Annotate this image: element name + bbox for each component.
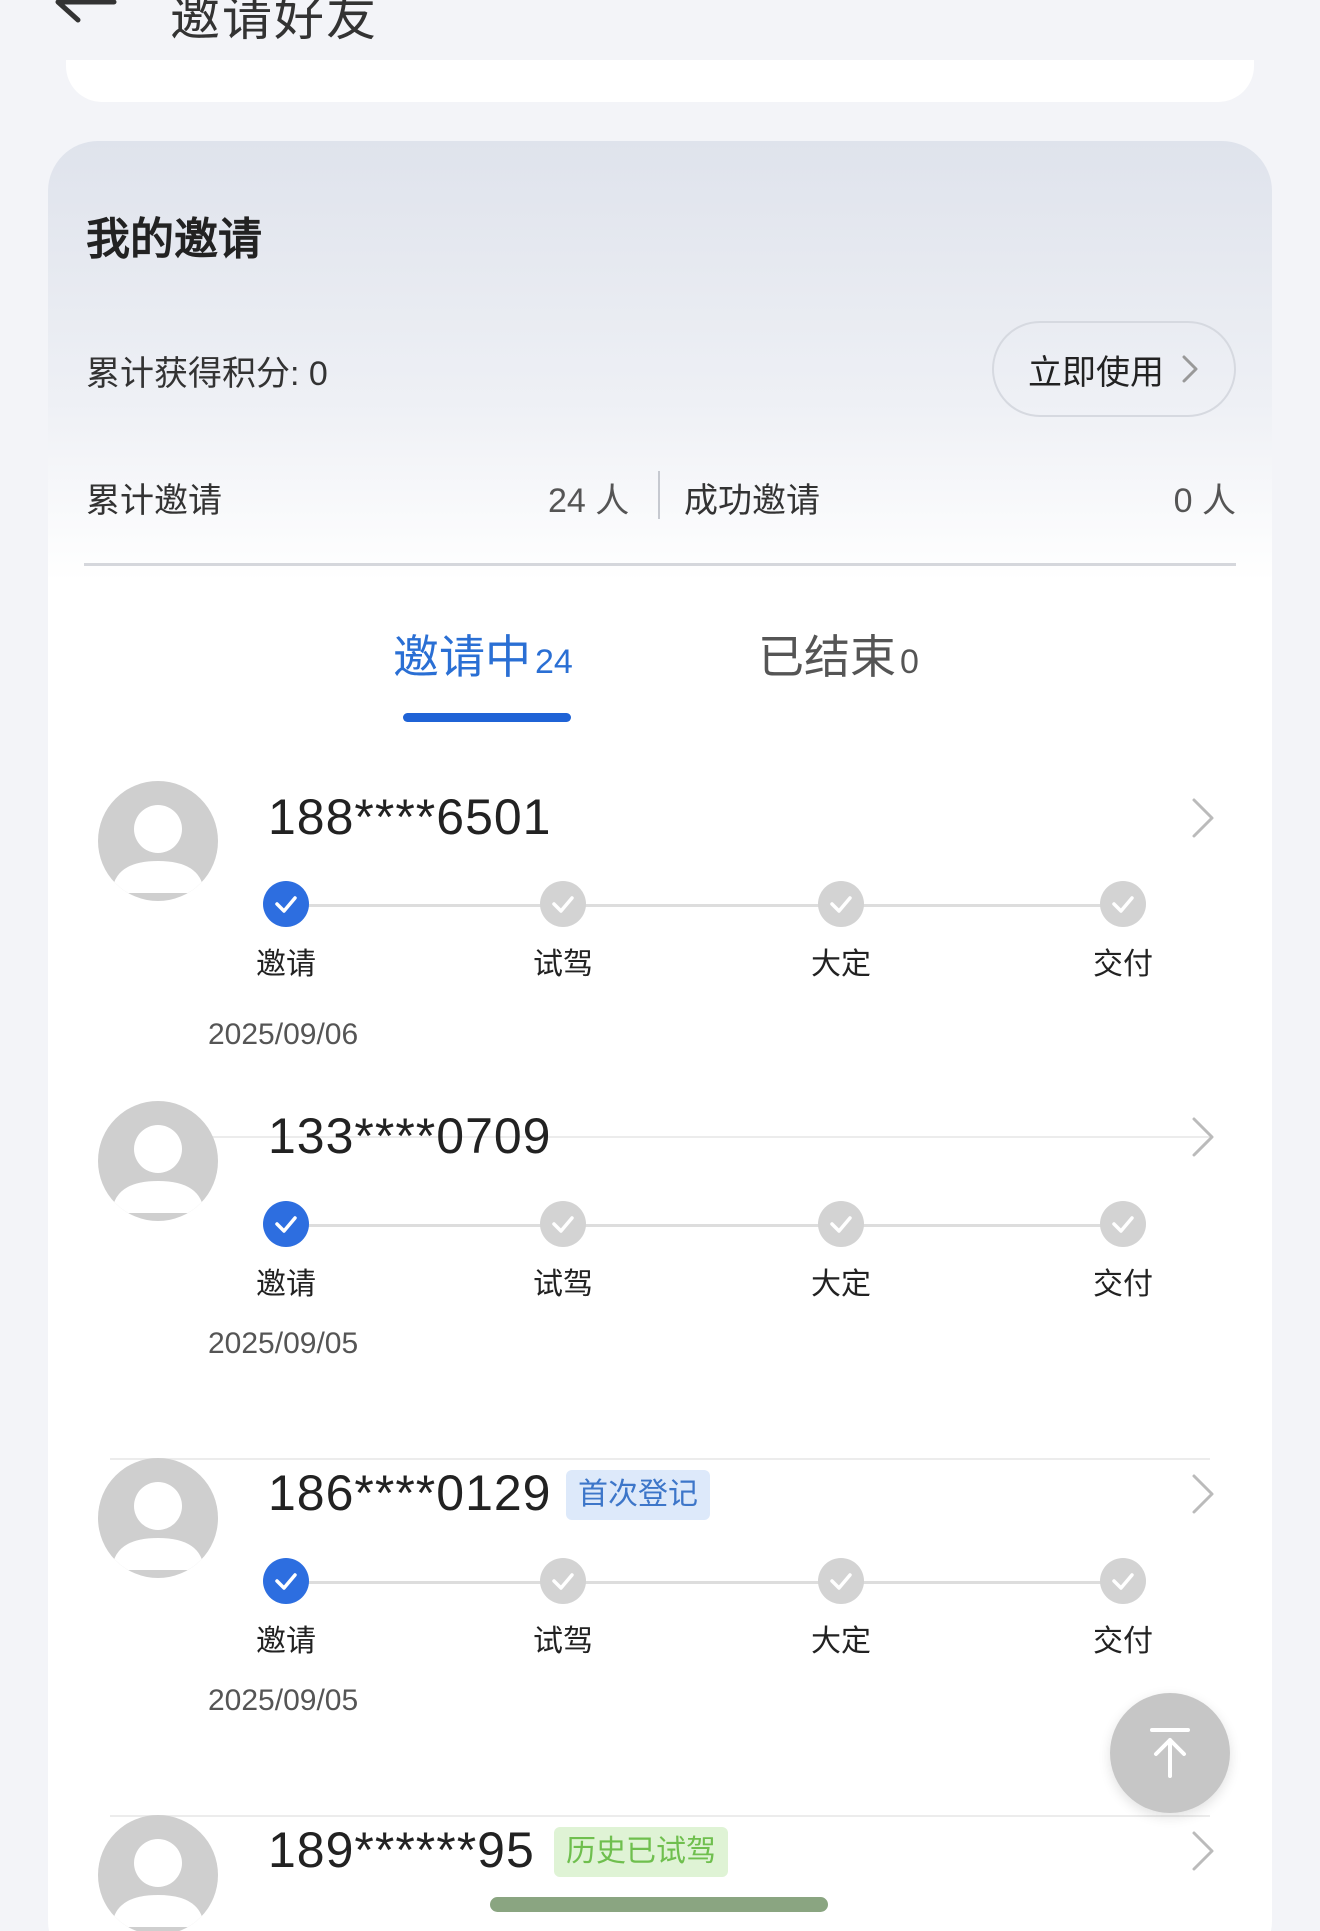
points-label: 累计获得积分:: [86, 355, 300, 393]
progress-track: [286, 1224, 1124, 1227]
check-icon: [818, 1558, 864, 1604]
check-icon: [540, 881, 586, 927]
avatar: [98, 1458, 218, 1578]
check-icon: [263, 1558, 309, 1604]
step-delivery: 交付: [1053, 1558, 1193, 1660]
step-invite: 邀请: [216, 881, 356, 983]
progress-steps: 邀请 试驾 大定 交付: [216, 1558, 1216, 1678]
invite-item[interactable]: 188****6501 邀请 试驾 大定 交付 2025/09/06: [48, 626, 1272, 1138]
invitee-phone: 133****0709: [268, 1108, 552, 1164]
progress-track: [286, 1581, 1124, 1584]
invite-date: 2025/09/06: [208, 1018, 359, 1051]
success-invited-value: 0 人: [1173, 482, 1236, 520]
divider: [84, 563, 1236, 566]
check-icon: [818, 881, 864, 927]
stats-divider: [658, 471, 660, 519]
invite-date: 2025/09/05: [208, 1684, 359, 1717]
stats-row: 累计邀请 24 人 成功邀请 0 人: [86, 465, 1236, 525]
arrow-up-to-top-icon: [1150, 1728, 1190, 1778]
arrow-left-icon[interactable]: [52, 0, 122, 46]
step-delivery: 交付: [1053, 1201, 1193, 1303]
user-avatar-icon: [112, 805, 204, 893]
chevron-right-icon[interactable]: [1190, 1472, 1216, 1516]
step-invite: 邀请: [216, 1558, 356, 1660]
invite-item[interactable]: 186****0129 首次登记 邀请 试驾 大定 交付 2025/09/05: [48, 1458, 1272, 1817]
use-now-button[interactable]: 立即使用: [992, 321, 1236, 417]
step-invite: 邀请: [216, 1201, 356, 1303]
my-invites-card: 我的邀请 累计获得积分: 0 立即使用 累计邀请 24 人 成功邀请 0 人 邀…: [48, 141, 1272, 1931]
check-icon: [540, 1201, 586, 1247]
step-label: 大定: [811, 1268, 871, 1301]
step-label: 试驾: [533, 948, 593, 981]
step-order: 大定: [771, 1201, 911, 1303]
step-label: 试驾: [533, 1625, 593, 1658]
chevron-right-icon: [1182, 355, 1198, 383]
step-label: 交付: [1093, 1625, 1153, 1658]
step-label: 交付: [1093, 948, 1153, 981]
step-label: 交付: [1093, 1268, 1153, 1301]
progress-steps: 邀请 试驾 大定 交付: [216, 881, 1216, 1001]
step-label: 邀请: [256, 1268, 316, 1301]
card-title: 我的邀请: [86, 215, 262, 264]
history-test-drive-badge: 历史已试驾: [554, 1827, 728, 1877]
previous-card-edge: [66, 60, 1254, 102]
check-icon: [263, 881, 309, 927]
step-order: 大定: [771, 1558, 911, 1660]
points-value: 0: [308, 355, 328, 393]
invite-item[interactable]: 189******95 历史已试驾: [48, 1815, 1272, 1931]
step-label: 大定: [811, 948, 871, 981]
step-test-drive: 试驾: [493, 1558, 633, 1660]
invitee-phone: 186****0129: [268, 1465, 552, 1521]
total-invited-label: 累计邀请: [86, 482, 222, 520]
check-icon: [1100, 1558, 1146, 1604]
first-registration-badge: 首次登记: [566, 1470, 710, 1520]
invite-list: 188****6501 邀请 试驾 大定 交付 2025/09/06: [48, 781, 1272, 1138]
check-icon: [540, 1558, 586, 1604]
points-row: 累计获得积分: 0: [86, 346, 328, 395]
use-now-label: 立即使用: [1028, 353, 1164, 392]
chevron-right-icon[interactable]: [1190, 796, 1216, 840]
progress-steps: 邀请 试驾 大定 交付: [216, 1201, 1216, 1321]
check-icon: [263, 1201, 309, 1247]
chevron-right-icon[interactable]: [1190, 1829, 1216, 1873]
user-avatar-icon: [112, 1482, 204, 1570]
step-test-drive: 试驾: [493, 881, 633, 983]
progress-track: [286, 904, 1124, 907]
step-delivery: 交付: [1053, 881, 1193, 983]
check-icon: [1100, 881, 1146, 927]
user-avatar-icon: [112, 1125, 204, 1213]
step-label: 邀请: [256, 1625, 316, 1658]
step-label: 大定: [811, 1625, 871, 1658]
step-order: 大定: [771, 881, 911, 983]
success-invited-label: 成功邀请: [684, 482, 820, 520]
check-icon: [818, 1201, 864, 1247]
page-title: 邀请好友: [170, 0, 378, 46]
avatar: [98, 1815, 218, 1931]
scroll-to-top-button[interactable]: [1110, 1693, 1230, 1813]
avatar: [98, 1101, 218, 1221]
invite-item[interactable]: 133****0709 邀请 试驾 大定 交付 2025/09/05: [48, 1101, 1272, 1460]
user-avatar-icon: [112, 1839, 204, 1927]
total-invited-value: 24 人: [548, 482, 630, 520]
invitee-phone: 189******95: [268, 1822, 535, 1878]
step-test-drive: 试驾: [493, 1201, 633, 1303]
home-indicator: [490, 1897, 828, 1912]
invitee-phone: 188****6501: [268, 789, 552, 845]
step-label: 试驾: [533, 1268, 593, 1301]
chevron-right-icon[interactable]: [1190, 1115, 1216, 1159]
check-icon: [1100, 1201, 1146, 1247]
invite-date: 2025/09/05: [208, 1327, 359, 1360]
step-label: 邀请: [256, 948, 316, 981]
avatar: [98, 781, 218, 901]
